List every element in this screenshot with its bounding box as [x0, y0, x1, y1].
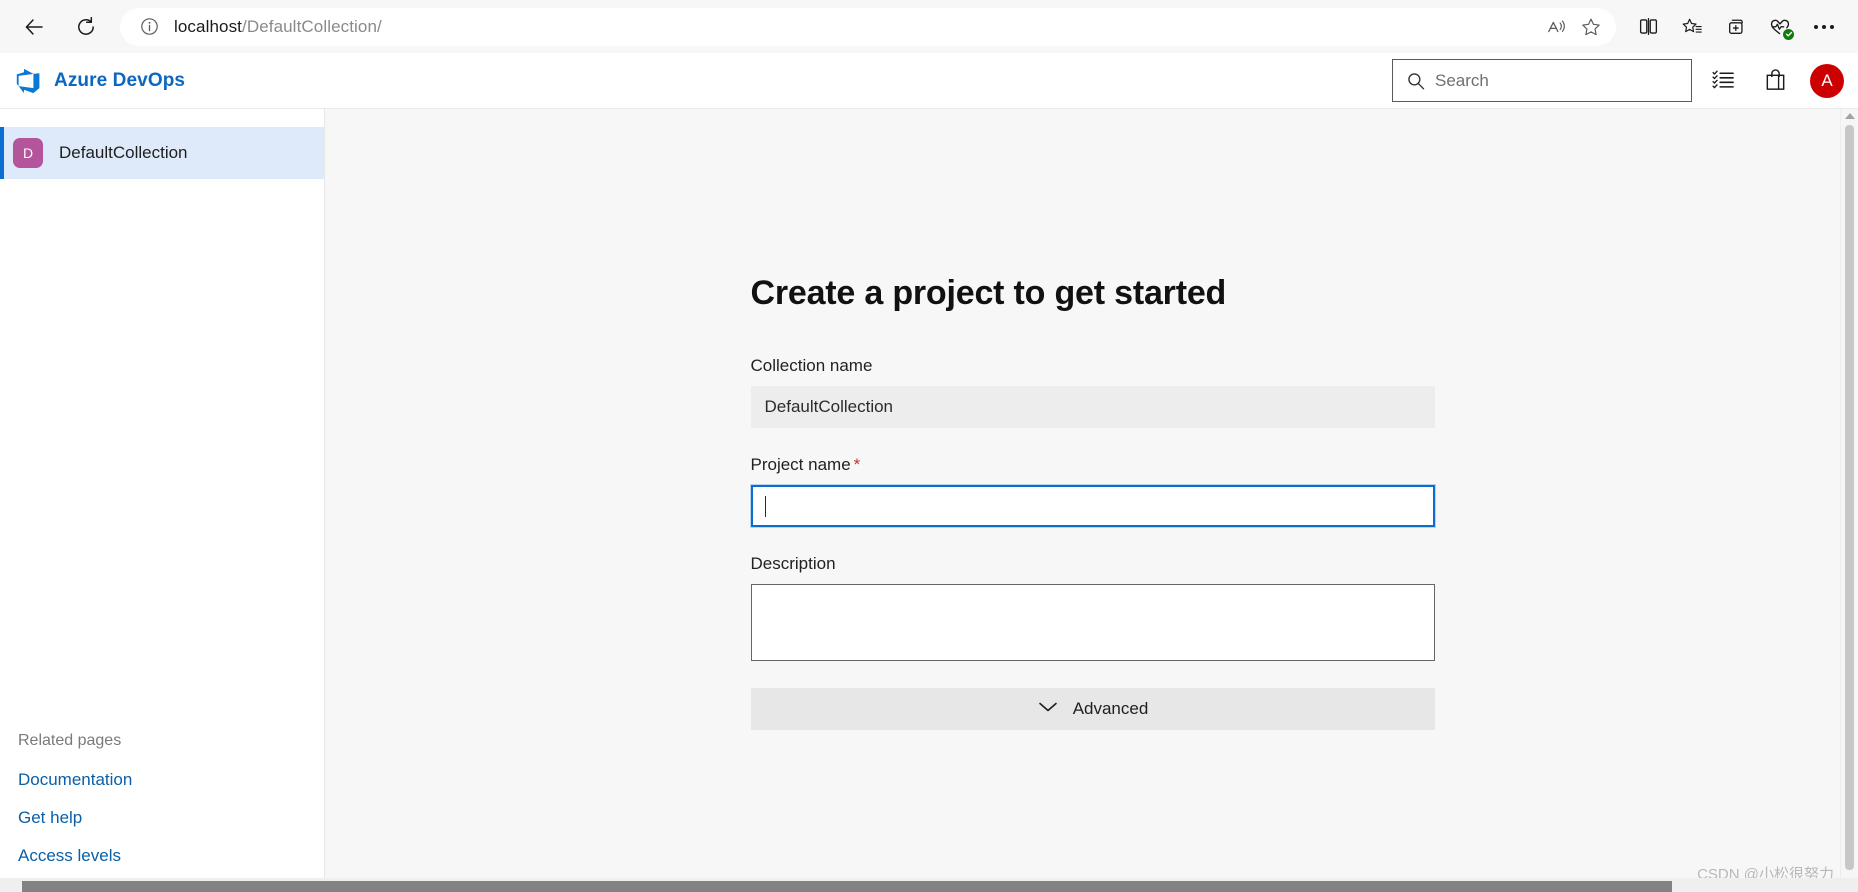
vertical-scrollbar-thumb[interactable] [1845, 125, 1854, 870]
back-arrow-icon [25, 18, 43, 35]
related-pages: Related pages Documentation Get help Acc… [0, 732, 324, 892]
related-link-access-levels[interactable]: Access levels [18, 846, 324, 866]
browser-essentials-icon[interactable] [1760, 7, 1800, 47]
project-name-input[interactable] [750, 485, 1435, 527]
url-path: /DefaultCollection/ [242, 16, 382, 36]
sidebar-collections: D DefaultCollection [0, 109, 324, 179]
create-project-form: Create a project to get started Collecti… [749, 109, 1435, 730]
horizontal-scrollbar-thumb[interactable] [22, 881, 1672, 892]
favorite-star-icon[interactable] [1574, 10, 1608, 44]
field-description: Description [750, 554, 1435, 661]
back-button[interactable] [14, 7, 54, 47]
search-placeholder: Search [1435, 70, 1489, 90]
product-name: Azure DevOps [54, 69, 186, 91]
page-viewport: Azure DevOps Search A D DefaultCollectio… [0, 53, 1858, 892]
main-content: Create a project to get started Collecti… [325, 109, 1858, 892]
sidebar: D DefaultCollection Related pages Docume… [0, 109, 325, 892]
required-asterisk: * [853, 455, 861, 474]
scroll-up-arrow-icon[interactable] [1844, 113, 1855, 119]
body-split: D DefaultCollection Related pages Docume… [0, 109, 1858, 892]
collection-name-label: Collection name [750, 356, 873, 375]
header-actions: Search A [1392, 59, 1844, 102]
browser-toolbar: localhost/DefaultCollection/ [0, 0, 1858, 53]
azure-devops-logo-icon [16, 68, 40, 93]
read-aloud-icon[interactable] [1540, 10, 1574, 44]
marketplace-icon[interactable] [1754, 60, 1796, 102]
description-label: Description [750, 554, 836, 573]
avatar-initial: A [1821, 70, 1833, 90]
split-screen-icon[interactable] [1628, 7, 1668, 47]
search-icon [1403, 71, 1429, 91]
favorites-list-icon[interactable] [1672, 7, 1712, 47]
settings-and-more-icon[interactable] [1804, 7, 1844, 47]
page-title: Create a project to get started [750, 274, 1227, 312]
description-textarea[interactable] [750, 584, 1435, 661]
status-check-badge [1783, 28, 1794, 40]
vertical-scrollbar[interactable] [1840, 109, 1858, 892]
collection-initial: D [22, 145, 34, 161]
user-avatar[interactable]: A [1810, 63, 1844, 98]
text-caret [764, 495, 766, 517]
field-project-name: Project name * [750, 455, 1435, 527]
collections-icon[interactable] [1716, 7, 1756, 47]
project-name-label: Project name * [750, 455, 861, 474]
sidebar-item-label: DefaultCollection [59, 143, 188, 162]
related-pages-title: Related pages [18, 732, 122, 749]
collection-name-value: DefaultCollection [764, 397, 894, 416]
sidebar-item-default-collection[interactable]: D DefaultCollection [0, 127, 324, 179]
advanced-label: Advanced [1072, 699, 1149, 718]
browser-action-icons [1628, 7, 1844, 47]
collection-avatar: D [13, 138, 43, 168]
refresh-icon [78, 16, 94, 35]
my-work-icon[interactable] [1702, 60, 1744, 102]
brand-home-link[interactable]: Azure DevOps [14, 67, 185, 95]
address-bar-text[interactable]: localhost/DefaultCollection/ [162, 17, 1540, 37]
url-host: localhost [174, 16, 242, 36]
horizontal-scrollbar[interactable] [0, 878, 1858, 892]
address-bar[interactable]: localhost/DefaultCollection/ [120, 7, 1616, 46]
azure-devops-header: Azure DevOps Search A [0, 53, 1858, 109]
refresh-button[interactable] [66, 7, 106, 47]
field-collection-name: Collection name DefaultCollection [750, 356, 1435, 428]
related-link-documentation[interactable]: Documentation [18, 770, 324, 790]
related-link-get-help[interactable]: Get help [18, 808, 324, 828]
advanced-expander-button[interactable]: Advanced [750, 688, 1435, 730]
search-input[interactable]: Search [1392, 59, 1692, 102]
chevron-down-icon [1037, 700, 1059, 719]
site-information-icon[interactable] [136, 14, 162, 40]
collection-name-input: DefaultCollection [750, 386, 1435, 428]
